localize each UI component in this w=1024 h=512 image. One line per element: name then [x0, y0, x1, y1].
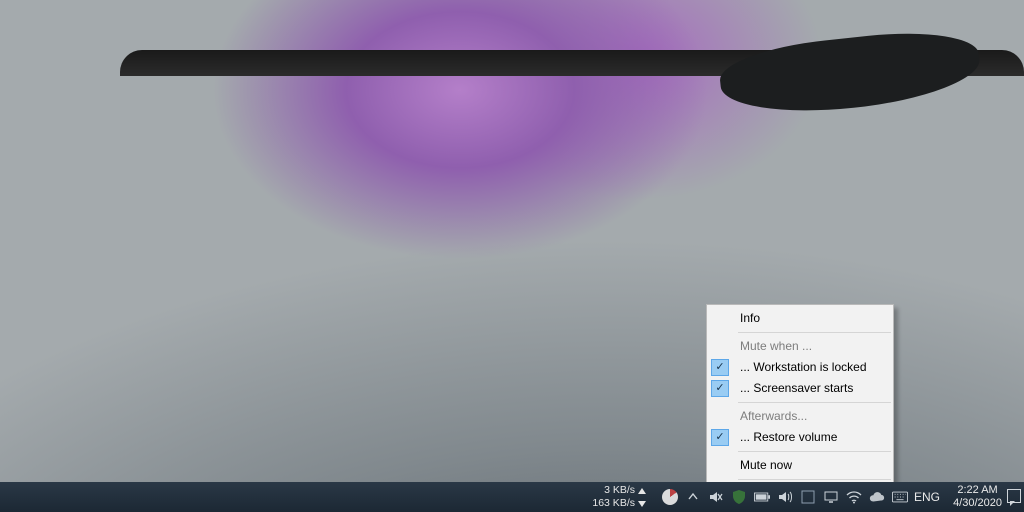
menu-item-label: ... Restore volume	[740, 430, 837, 444]
volume-icon[interactable]	[777, 489, 793, 505]
onedrive-icon[interactable]	[869, 489, 885, 505]
menu-separator	[738, 479, 891, 480]
volume-muted-icon[interactable]	[708, 489, 724, 505]
wifi-icon[interactable]	[846, 489, 862, 505]
clock-date: 4/30/2020	[953, 497, 1002, 510]
check-icon: ✓	[711, 429, 729, 446]
keyboard-icon[interactable]	[892, 489, 908, 505]
menu-item-label: ... Workstation is locked	[740, 360, 867, 374]
action-center-icon[interactable]	[1007, 489, 1021, 503]
shield-icon[interactable]	[731, 489, 747, 505]
network-monitor[interactable]: 3 KB/s 163 KB/s	[592, 482, 646, 512]
menu-item-workstation-locked[interactable]: ✓ ... Workstation is locked	[708, 357, 892, 378]
tray-overflow-icon[interactable]	[685, 489, 701, 505]
tray-context-menu: Info Mute when ... ✓ ... Workstation is …	[706, 304, 894, 508]
menu-item-info[interactable]: Info	[708, 308, 892, 329]
down-arrow-icon	[638, 501, 646, 507]
battery-icon[interactable]	[754, 489, 770, 505]
tray-app-icon[interactable]	[800, 489, 816, 505]
wallpaper-shape	[717, 25, 983, 122]
menu-item-mute-now[interactable]: Mute now	[708, 455, 892, 476]
upload-speed: 3 KB/s	[604, 484, 635, 497]
taskbar: 3 KB/s 163 KB/s	[0, 482, 1024, 512]
menu-separator	[738, 332, 891, 333]
system-tray	[662, 482, 908, 512]
up-arrow-icon	[638, 488, 646, 494]
menu-item-screensaver-starts[interactable]: ✓ ... Screensaver starts	[708, 378, 892, 399]
check-icon: ✓	[711, 359, 729, 376]
clock-time: 2:22 AM	[957, 484, 997, 497]
language-indicator[interactable]: ENG	[914, 482, 940, 512]
menu-separator	[738, 451, 891, 452]
menu-header-afterwards: Afterwards...	[708, 406, 892, 427]
download-speed: 163 KB/s	[592, 497, 635, 510]
check-icon: ✓	[711, 380, 729, 397]
disk-usage-icon[interactable]	[662, 489, 678, 505]
taskbar-clock[interactable]: 2:22 AM 4/30/2020	[953, 482, 1002, 512]
menu-separator	[738, 402, 891, 403]
menu-header-mute-when: Mute when ...	[708, 336, 892, 357]
network-icon[interactable]	[823, 489, 839, 505]
menu-item-restore-volume[interactable]: ✓ ... Restore volume	[708, 427, 892, 448]
menu-item-label: ... Screensaver starts	[740, 381, 853, 395]
